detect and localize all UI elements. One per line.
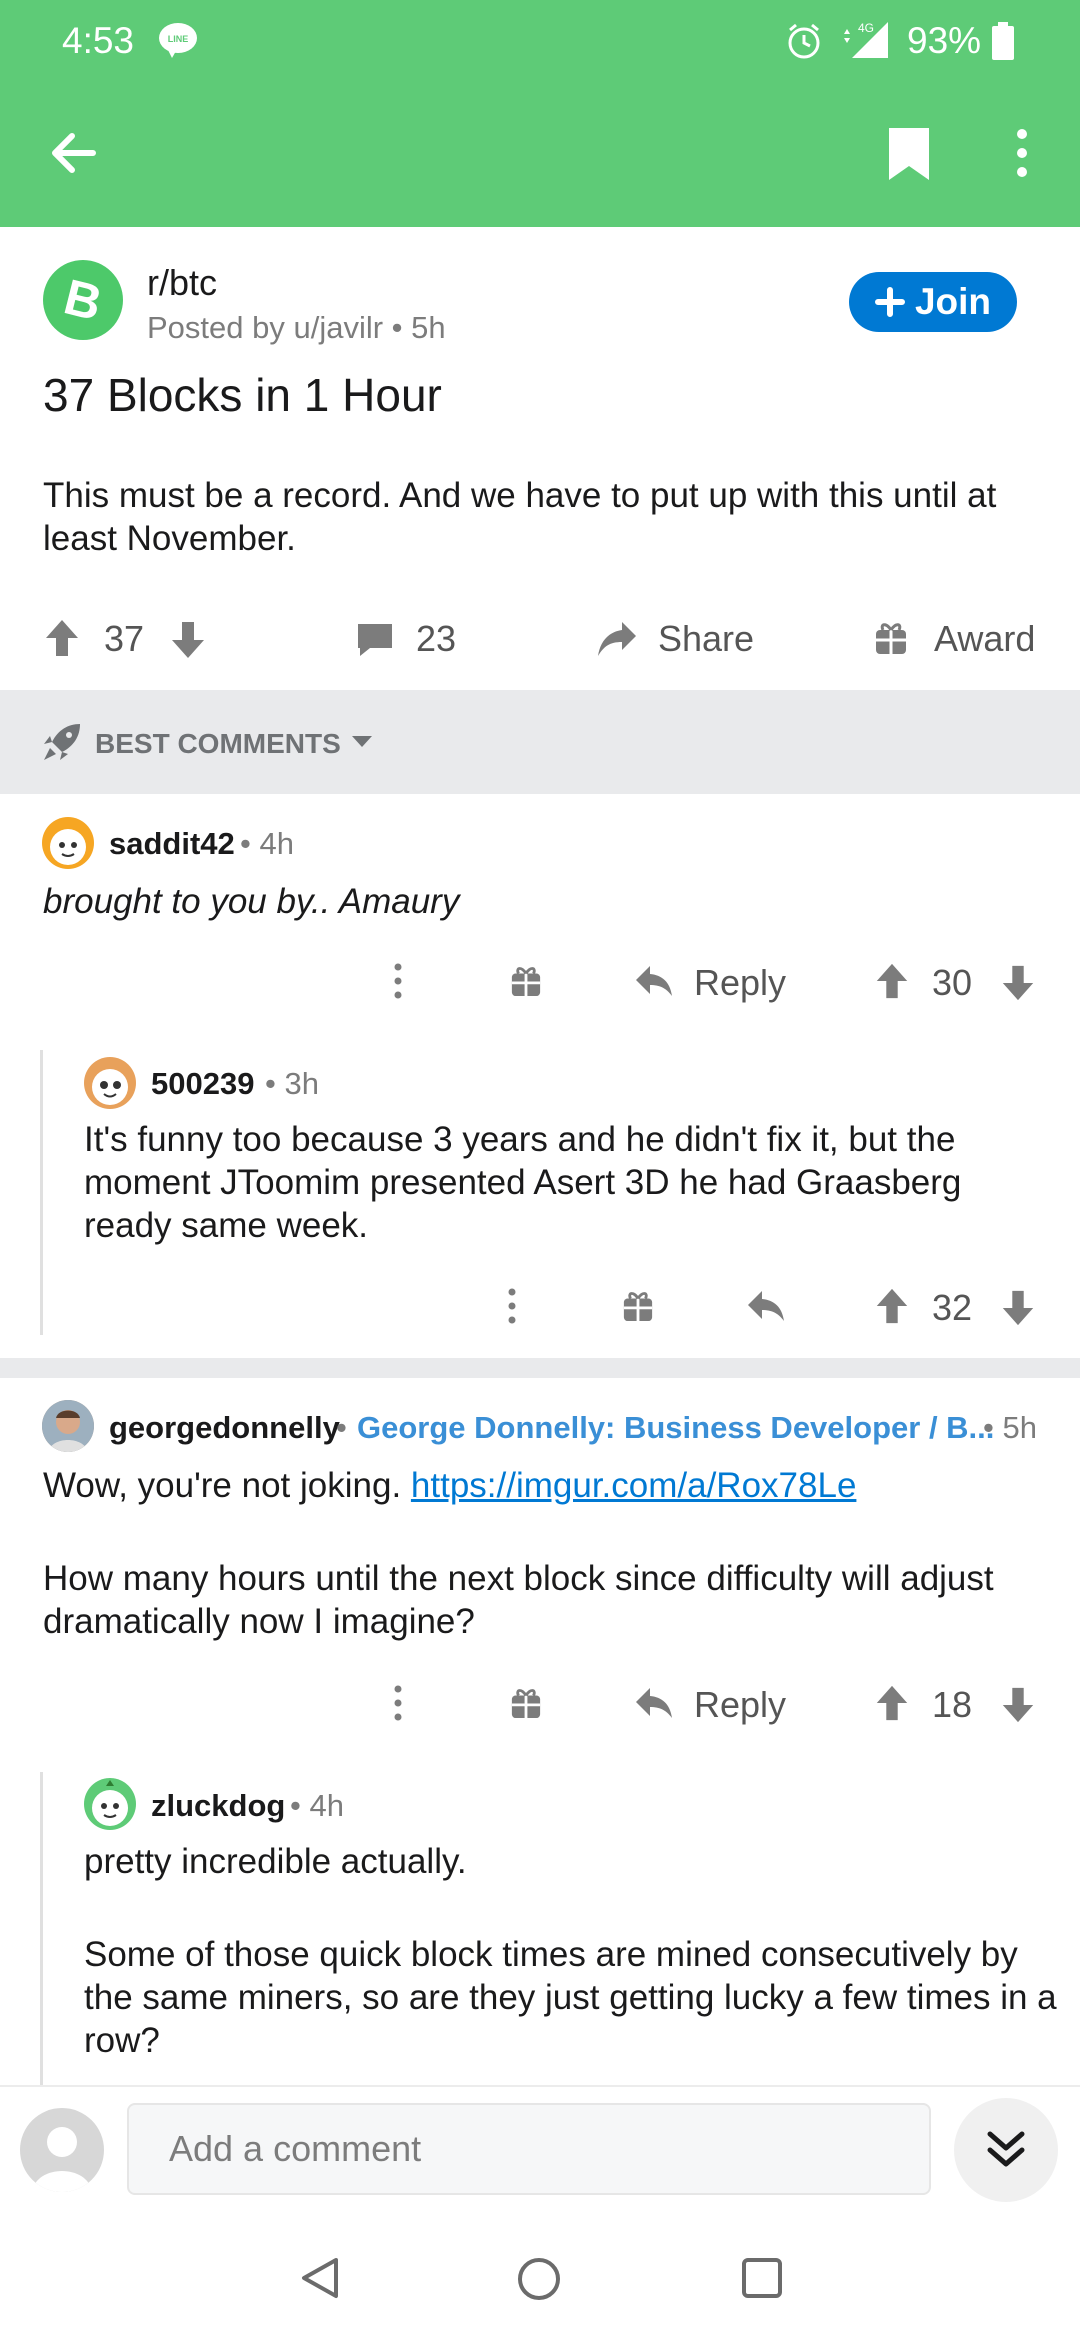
comment-text: Wow, you're not joking. https://imgur.co…: [43, 1464, 1053, 1507]
subreddit-name[interactable]: r/btc: [147, 262, 217, 304]
status-time: 4:53: [62, 20, 135, 61]
avatar[interactable]: [84, 1778, 136, 1830]
comment-input[interactable]: Add a comment: [127, 2103, 931, 2195]
more-options-icon[interactable]: [392, 1685, 404, 1726]
thread-line[interactable]: [40, 1772, 43, 2085]
award-icon[interactable]: [510, 964, 542, 1003]
back-arrow-icon[interactable]: [48, 128, 98, 183]
comment-text: brought to you by.. Amaury: [43, 882, 460, 921]
reply-button[interactable]: Reply: [694, 962, 786, 1004]
subreddit-avatar[interactable]: B: [43, 260, 123, 340]
comment-author[interactable]: zluckdog: [151, 1788, 285, 1824]
comment-age-line: • 4h: [290, 1788, 344, 1823]
award-icon[interactable]: [510, 1686, 542, 1725]
downvote-icon[interactable]: [170, 620, 206, 665]
chevron-down-icon[interactable]: [350, 734, 374, 755]
post-score: 37: [104, 618, 145, 659]
comment-text-prefix: Wow, you're not joking.: [43, 1466, 411, 1505]
post-title: 37 Blocks in 1 Hour: [43, 369, 442, 421]
alarm-icon: [786, 22, 822, 65]
reply-button[interactable]: Reply: [694, 1684, 786, 1726]
separator-dot: •: [336, 1410, 347, 1445]
rocket-icon: [42, 722, 82, 767]
comment-age-line: • 4h: [240, 826, 294, 861]
post-body: This must be a record. And we have to pu…: [43, 476, 997, 558]
battery-icon: [992, 22, 1014, 65]
thread-separator: [0, 1358, 1080, 1378]
signal-icon: 4G: [838, 20, 892, 65]
svg-text:B: B: [59, 268, 108, 331]
avatar[interactable]: [84, 1057, 136, 1109]
comment-text: Some of those quick block times are mine…: [84, 1935, 1057, 2060]
downvote-icon[interactable]: [1000, 1686, 1036, 1729]
avatar[interactable]: [42, 817, 94, 869]
downvote-icon[interactable]: [1000, 964, 1036, 1007]
line-app-icon: LINE: [158, 22, 198, 63]
double-chevron-down-icon: [987, 2131, 1025, 2167]
comment-age-line: • 5h: [983, 1410, 1037, 1445]
sort-label[interactable]: BEST COMMENTS: [95, 728, 341, 760]
comment-text: How many hours until the next block sinc…: [43, 1559, 994, 1641]
comment-age: 4h: [259, 826, 294, 861]
upvote-icon[interactable]: [874, 1684, 910, 1727]
comment-score: 30: [932, 962, 973, 1003]
svg-text:LINE: LINE: [168, 34, 189, 44]
comment-author[interactable]: georgedonnelly: [109, 1410, 340, 1446]
comment-author[interactable]: saddit42: [109, 826, 235, 862]
battery-percent: 93%: [907, 20, 982, 61]
join-label: Join: [914, 281, 992, 322]
nav-back-icon[interactable]: [298, 2256, 342, 2305]
upvote-icon[interactable]: [874, 1287, 910, 1330]
posted-by[interactable]: Posted by u/javilr: [147, 310, 383, 345]
avatar[interactable]: [42, 1400, 94, 1452]
nav-recents-icon[interactable]: [740, 2256, 784, 2305]
comment-age: 3h: [284, 1066, 319, 1101]
comment-icon[interactable]: [356, 620, 394, 663]
post-age: 5h: [411, 310, 446, 345]
comment-age-line: • 3h: [265, 1066, 319, 1101]
more-options-icon[interactable]: [1014, 128, 1030, 183]
reply-icon[interactable]: [634, 964, 674, 1003]
bookmark-icon[interactable]: [885, 126, 933, 187]
more-options-icon[interactable]: [506, 1288, 518, 1329]
comment-count[interactable]: 23: [416, 618, 456, 660]
jump-down-button[interactable]: [954, 2098, 1058, 2202]
upvote-icon[interactable]: [44, 618, 80, 663]
share-icon[interactable]: [596, 620, 638, 663]
comment-link[interactable]: https://imgur.com/a/Rox78Le: [411, 1466, 857, 1505]
nav-home-icon[interactable]: [516, 2256, 562, 2307]
comment-score: 18: [932, 1684, 973, 1725]
user-flair: George Donnelly: Business Developer / B.…: [357, 1410, 995, 1445]
post-author-line: Posted by u/javilr • 5h: [147, 310, 446, 345]
join-button[interactable]: Join: [849, 272, 1017, 332]
downvote-icon[interactable]: [1000, 1289, 1036, 1332]
comment-age: 5h: [1002, 1410, 1037, 1445]
thread-line[interactable]: [40, 1050, 43, 1335]
reply-icon[interactable]: [746, 1289, 786, 1328]
comment-author[interactable]: 500239: [151, 1066, 254, 1102]
award-icon[interactable]: [622, 1289, 654, 1328]
plus-icon: [874, 287, 905, 317]
comment-text: pretty incredible actually.: [84, 1842, 467, 1881]
comment-score: 32: [932, 1287, 973, 1328]
reply-icon[interactable]: [634, 1686, 674, 1725]
award-icon[interactable]: [874, 620, 908, 661]
more-options-icon[interactable]: [392, 963, 404, 1004]
user-avatar[interactable]: [20, 2108, 104, 2192]
award-label[interactable]: Award: [934, 618, 1035, 660]
upvote-icon[interactable]: [874, 962, 910, 1005]
comment-age: 4h: [309, 1788, 344, 1823]
share-label[interactable]: Share: [658, 618, 754, 660]
app-header: 4:53 LINE 4G 93%: [0, 0, 1080, 227]
svg-text:4G: 4G: [858, 21, 874, 35]
comment-text: It's funny too because 3 years and he di…: [84, 1120, 962, 1245]
